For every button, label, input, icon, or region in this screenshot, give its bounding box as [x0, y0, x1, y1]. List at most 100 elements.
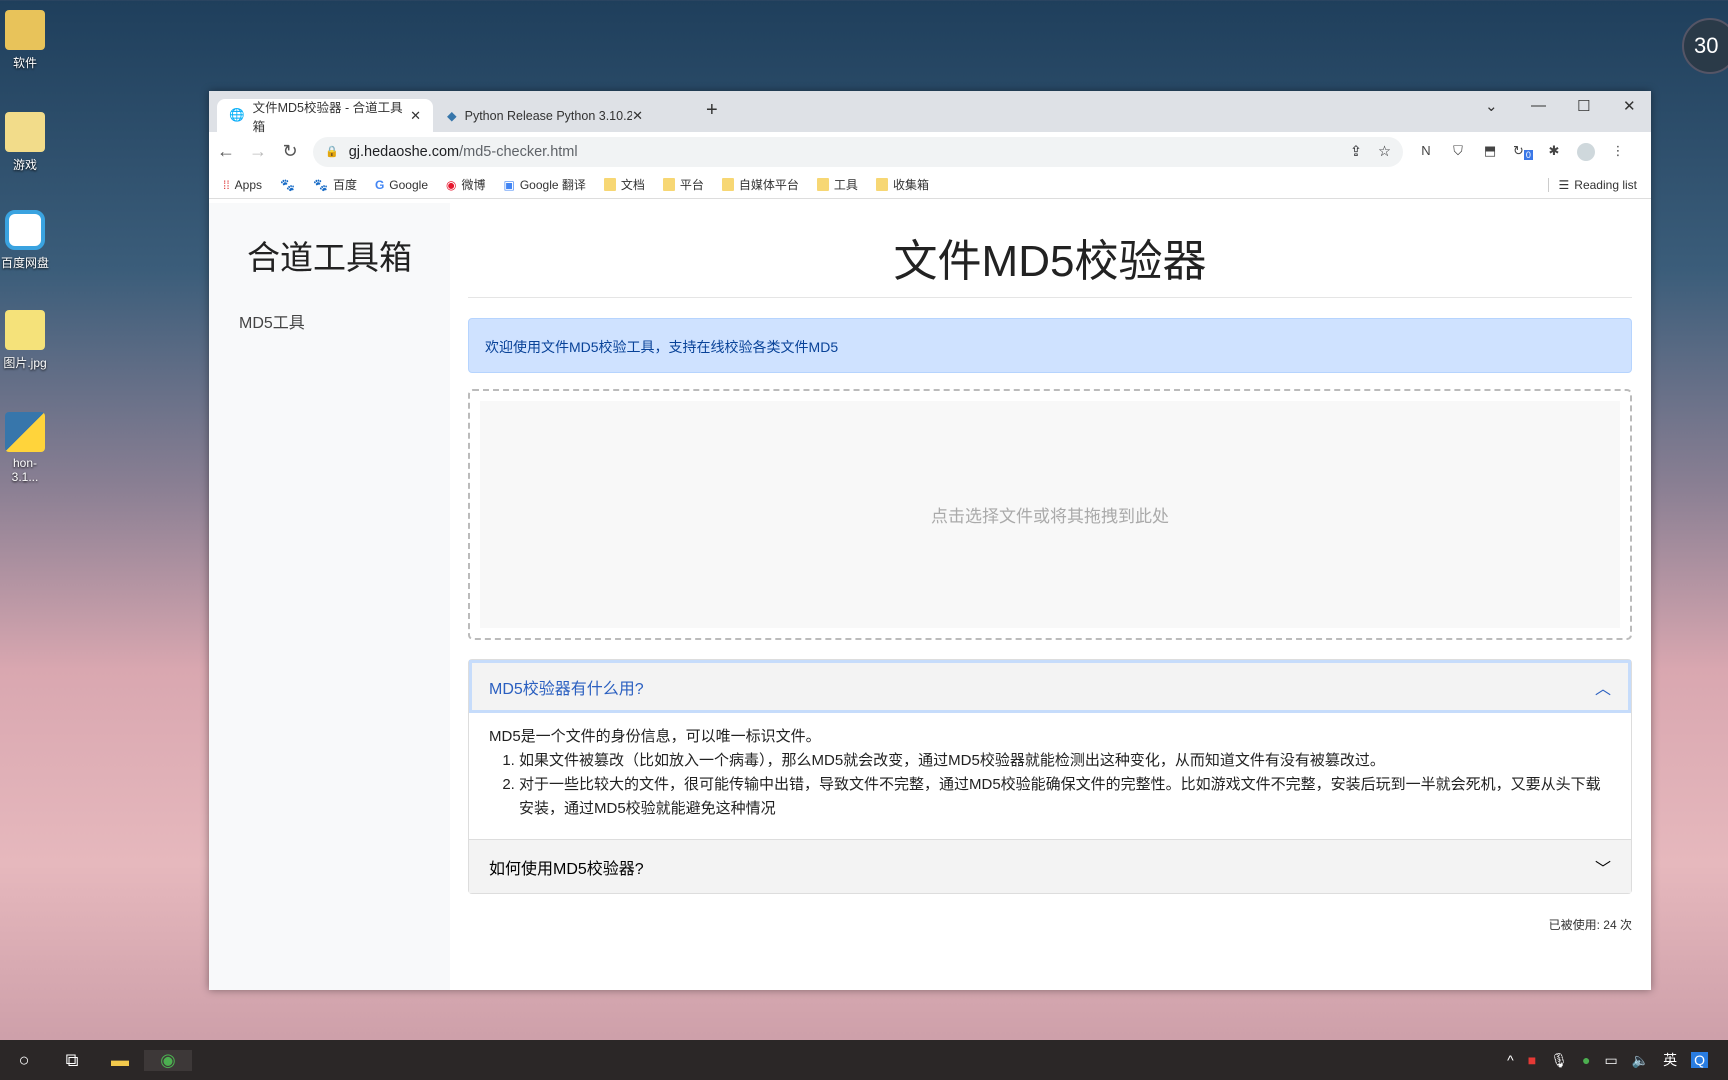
usage-count: 已被使用: 24 次 [1548, 918, 1632, 932]
bookmark-apps[interactable]: ⁞⁞ Apps [223, 178, 262, 192]
close-tab-icon[interactable]: ✕ [632, 108, 643, 124]
menu-icon[interactable]: ⋮ [1609, 143, 1627, 161]
bookmark-folder-docs[interactable]: 文档 [603, 176, 645, 193]
reading-list-label: Reading list [1574, 177, 1637, 192]
icon-label: hon-3.1... [11, 456, 39, 484]
taskbar: ○ ⧉ ▬ ◉ ^ ■ 🎙 ● ▭ 🔈 英 Q [0, 1040, 1728, 1080]
site-brand[interactable]: 合道工具箱 [209, 231, 450, 279]
clock-widget[interactable]: 30 [1682, 18, 1728, 74]
main: 文件MD5校验器 欢迎使用文件MD5校验工具，支持在线校验各类文件MD5 点击选… [450, 203, 1651, 990]
faq-body-purpose: MD5是一个文件的身份信息，可以唯一标识文件。 如果文件被篡改（比如放入一个病毒… [469, 713, 1631, 840]
bookmark-label: 平台 [679, 178, 704, 192]
faq-header-usage[interactable]: 如何使用MD5校验器? ﹀ [469, 840, 1631, 893]
bookmark-label: 工具 [833, 178, 858, 192]
bookmark-weibo[interactable]: ◉ 微博 [446, 176, 486, 193]
page-content: 合道工具箱 MD5工具 文件MD5校验器 欢迎使用文件MD5校验工具，支持在线校… [209, 203, 1651, 990]
url-path: /md5-checker.html [459, 143, 578, 160]
star-icon[interactable]: ☆ [1378, 144, 1391, 160]
desktop-icon-baidu-netdisk[interactable]: 百度网盘 [0, 210, 50, 271]
task-view-icon[interactable]: ⧉ [48, 1050, 96, 1071]
tab-md5-checker[interactable]: 🌐 文件MD5校验器 - 合道工具箱 ✕ [217, 99, 433, 134]
bookmark-baidu-icon[interactable]: 🐾 [280, 178, 295, 192]
share-icon[interactable]: ⇪ [1350, 144, 1362, 160]
apps-grid-icon: ⁞⁞ [223, 177, 230, 192]
bookmark-label: 自媒体平台 [738, 178, 799, 192]
lock-icon: 🔒 [325, 146, 339, 158]
close-tab-icon[interactable]: ✕ [410, 108, 421, 124]
maximize-button[interactable]: ☐ [1577, 97, 1590, 115]
bookmark-label: Apps [234, 177, 263, 192]
list-item: 对于一些比较大的文件，很可能传输中出错，导致文件不完整，通过MD5校验能确保文件… [519, 773, 1611, 821]
shield-extension-icon[interactable]: ⛉ [1449, 143, 1467, 161]
url-host: gj.hedaoshe.com [348, 143, 460, 160]
bookmark-label: Google [389, 177, 428, 192]
app-tray-icon[interactable]: ■ [1528, 1052, 1536, 1068]
avatar[interactable] [1577, 142, 1595, 161]
file-dropzone[interactable]: 点击选择文件或将其拖拽到此处 [468, 389, 1632, 640]
app-q-icon[interactable]: Q [1691, 1052, 1708, 1068]
system-tray: ^ ■ 🎙 ● ▭ 🔈 英 Q [1507, 1050, 1728, 1070]
bookmark-google[interactable]: G Google [375, 178, 428, 192]
extension-badge: 0 [1523, 150, 1533, 161]
reload-icon[interactable]: ↻ [281, 141, 299, 162]
bookmark-label: Google 翻译 [519, 178, 586, 192]
bookmark-label: 文档 [620, 178, 645, 192]
notion-icon[interactable]: N [1417, 143, 1435, 161]
desktop-icon-games[interactable]: 游戏 [0, 112, 50, 173]
new-tab-button[interactable]: + [706, 99, 718, 122]
back-icon[interactable]: ← [217, 141, 235, 162]
desktop-icon-python-installer[interactable]: hon-3.1... [0, 412, 50, 484]
microphone-icon[interactable]: 🎙 [1550, 1052, 1568, 1069]
baidu-paw-icon: 🐾 [312, 177, 328, 192]
sync-extension-icon[interactable]: ↻ 0 [1513, 143, 1533, 161]
bookmark-google-translate[interactable]: ▣ Google 翻译 [504, 176, 586, 193]
chevron-up-icon[interactable]: ^ [1507, 1052, 1514, 1068]
reading-list-button[interactable]: ☰ Reading list [1547, 177, 1637, 192]
faq-question: MD5校验器有什么用? [489, 680, 644, 698]
browser-window: 🌐 文件MD5校验器 - 合道工具箱 ✕ ◆ Python Release Py… [209, 91, 1651, 990]
chrome-icon[interactable]: ◉ [144, 1049, 192, 1071]
volume-icon[interactable]: 🔈 [1632, 1052, 1649, 1069]
faq-question: 如何使用MD5校验器? [489, 860, 644, 878]
icon-label: 游戏 [12, 158, 37, 172]
close-window-button[interactable]: ✕ [1623, 97, 1636, 115]
address-bar[interactable]: 🔒 gj.hedaoshe.com/md5-checker.html ⇪ ☆ [313, 136, 1403, 167]
folder-icon [603, 178, 616, 191]
faq-intro: MD5是一个文件的身份信息，可以唯一标识文件。 [489, 728, 821, 745]
bookmark-folder-inbox[interactable]: 收集箱 [875, 176, 929, 193]
bookmark-label: 微博 [461, 178, 486, 192]
info-alert: 欢迎使用文件MD5校验工具，支持在线校验各类文件MD5 [468, 318, 1632, 373]
search-icon[interactable]: ○ [0, 1050, 48, 1071]
dropzone-label: 点击选择文件或将其拖拽到此处 [480, 401, 1620, 628]
bookmark-label: 百度 [332, 178, 357, 192]
icon-label: 软件 [12, 56, 37, 70]
tab-search-icon[interactable]: ⌄ [1485, 97, 1498, 115]
desktop-icon-software[interactable]: 软件 [0, 10, 50, 71]
forward-icon[interactable]: → [249, 141, 267, 162]
bookmark-folder-media[interactable]: 自媒体平台 [721, 176, 799, 193]
sidebar: 合道工具箱 MD5工具 [209, 203, 450, 990]
folder-icon [662, 178, 675, 191]
file-explorer-icon[interactable]: ▬ [96, 1050, 144, 1071]
icon-label: 百度网盘 [0, 256, 49, 270]
translate-icon: ▣ [503, 177, 515, 192]
network-icon[interactable]: ▭ [1604, 1052, 1617, 1069]
minimize-button[interactable]: — [1531, 97, 1546, 114]
folder-icon [721, 178, 734, 191]
bookmark-extension-icon[interactable]: ⬒ [1481, 143, 1499, 161]
baidu-paw-icon: 🐾 [280, 177, 295, 192]
bookmark-folder-tools[interactable]: 工具 [816, 176, 858, 193]
bookmarks-bar: ⁞⁞ Apps 🐾 🐾 百度 G Google ◉ 微博 ▣ Google 翻译 文档 平… [209, 171, 1651, 199]
bookmark-baidu[interactable]: 🐾 百度 [313, 176, 357, 193]
sidebar-item-md5[interactable]: MD5工具 [239, 309, 450, 333]
folder-icon [816, 178, 829, 191]
tab-python-release[interactable]: ◆ Python Release Python 3.10.2 ✕ [435, 99, 655, 132]
faq-header-purpose[interactable]: MD5校验器有什么用? ︿ [469, 660, 1631, 713]
bookmark-folder-platform[interactable]: 平台 [662, 176, 704, 193]
tab-title: 文件MD5校验器 - 合道工具箱 [252, 100, 403, 134]
python-icon: ◆ [447, 109, 457, 123]
wechat-icon[interactable]: ● [1582, 1052, 1590, 1068]
ime-indicator[interactable]: 英 [1663, 1050, 1677, 1070]
desktop-icon-image[interactable]: 图片.jpg [0, 310, 50, 371]
puzzle-icon[interactable]: ✱ [1545, 143, 1563, 161]
